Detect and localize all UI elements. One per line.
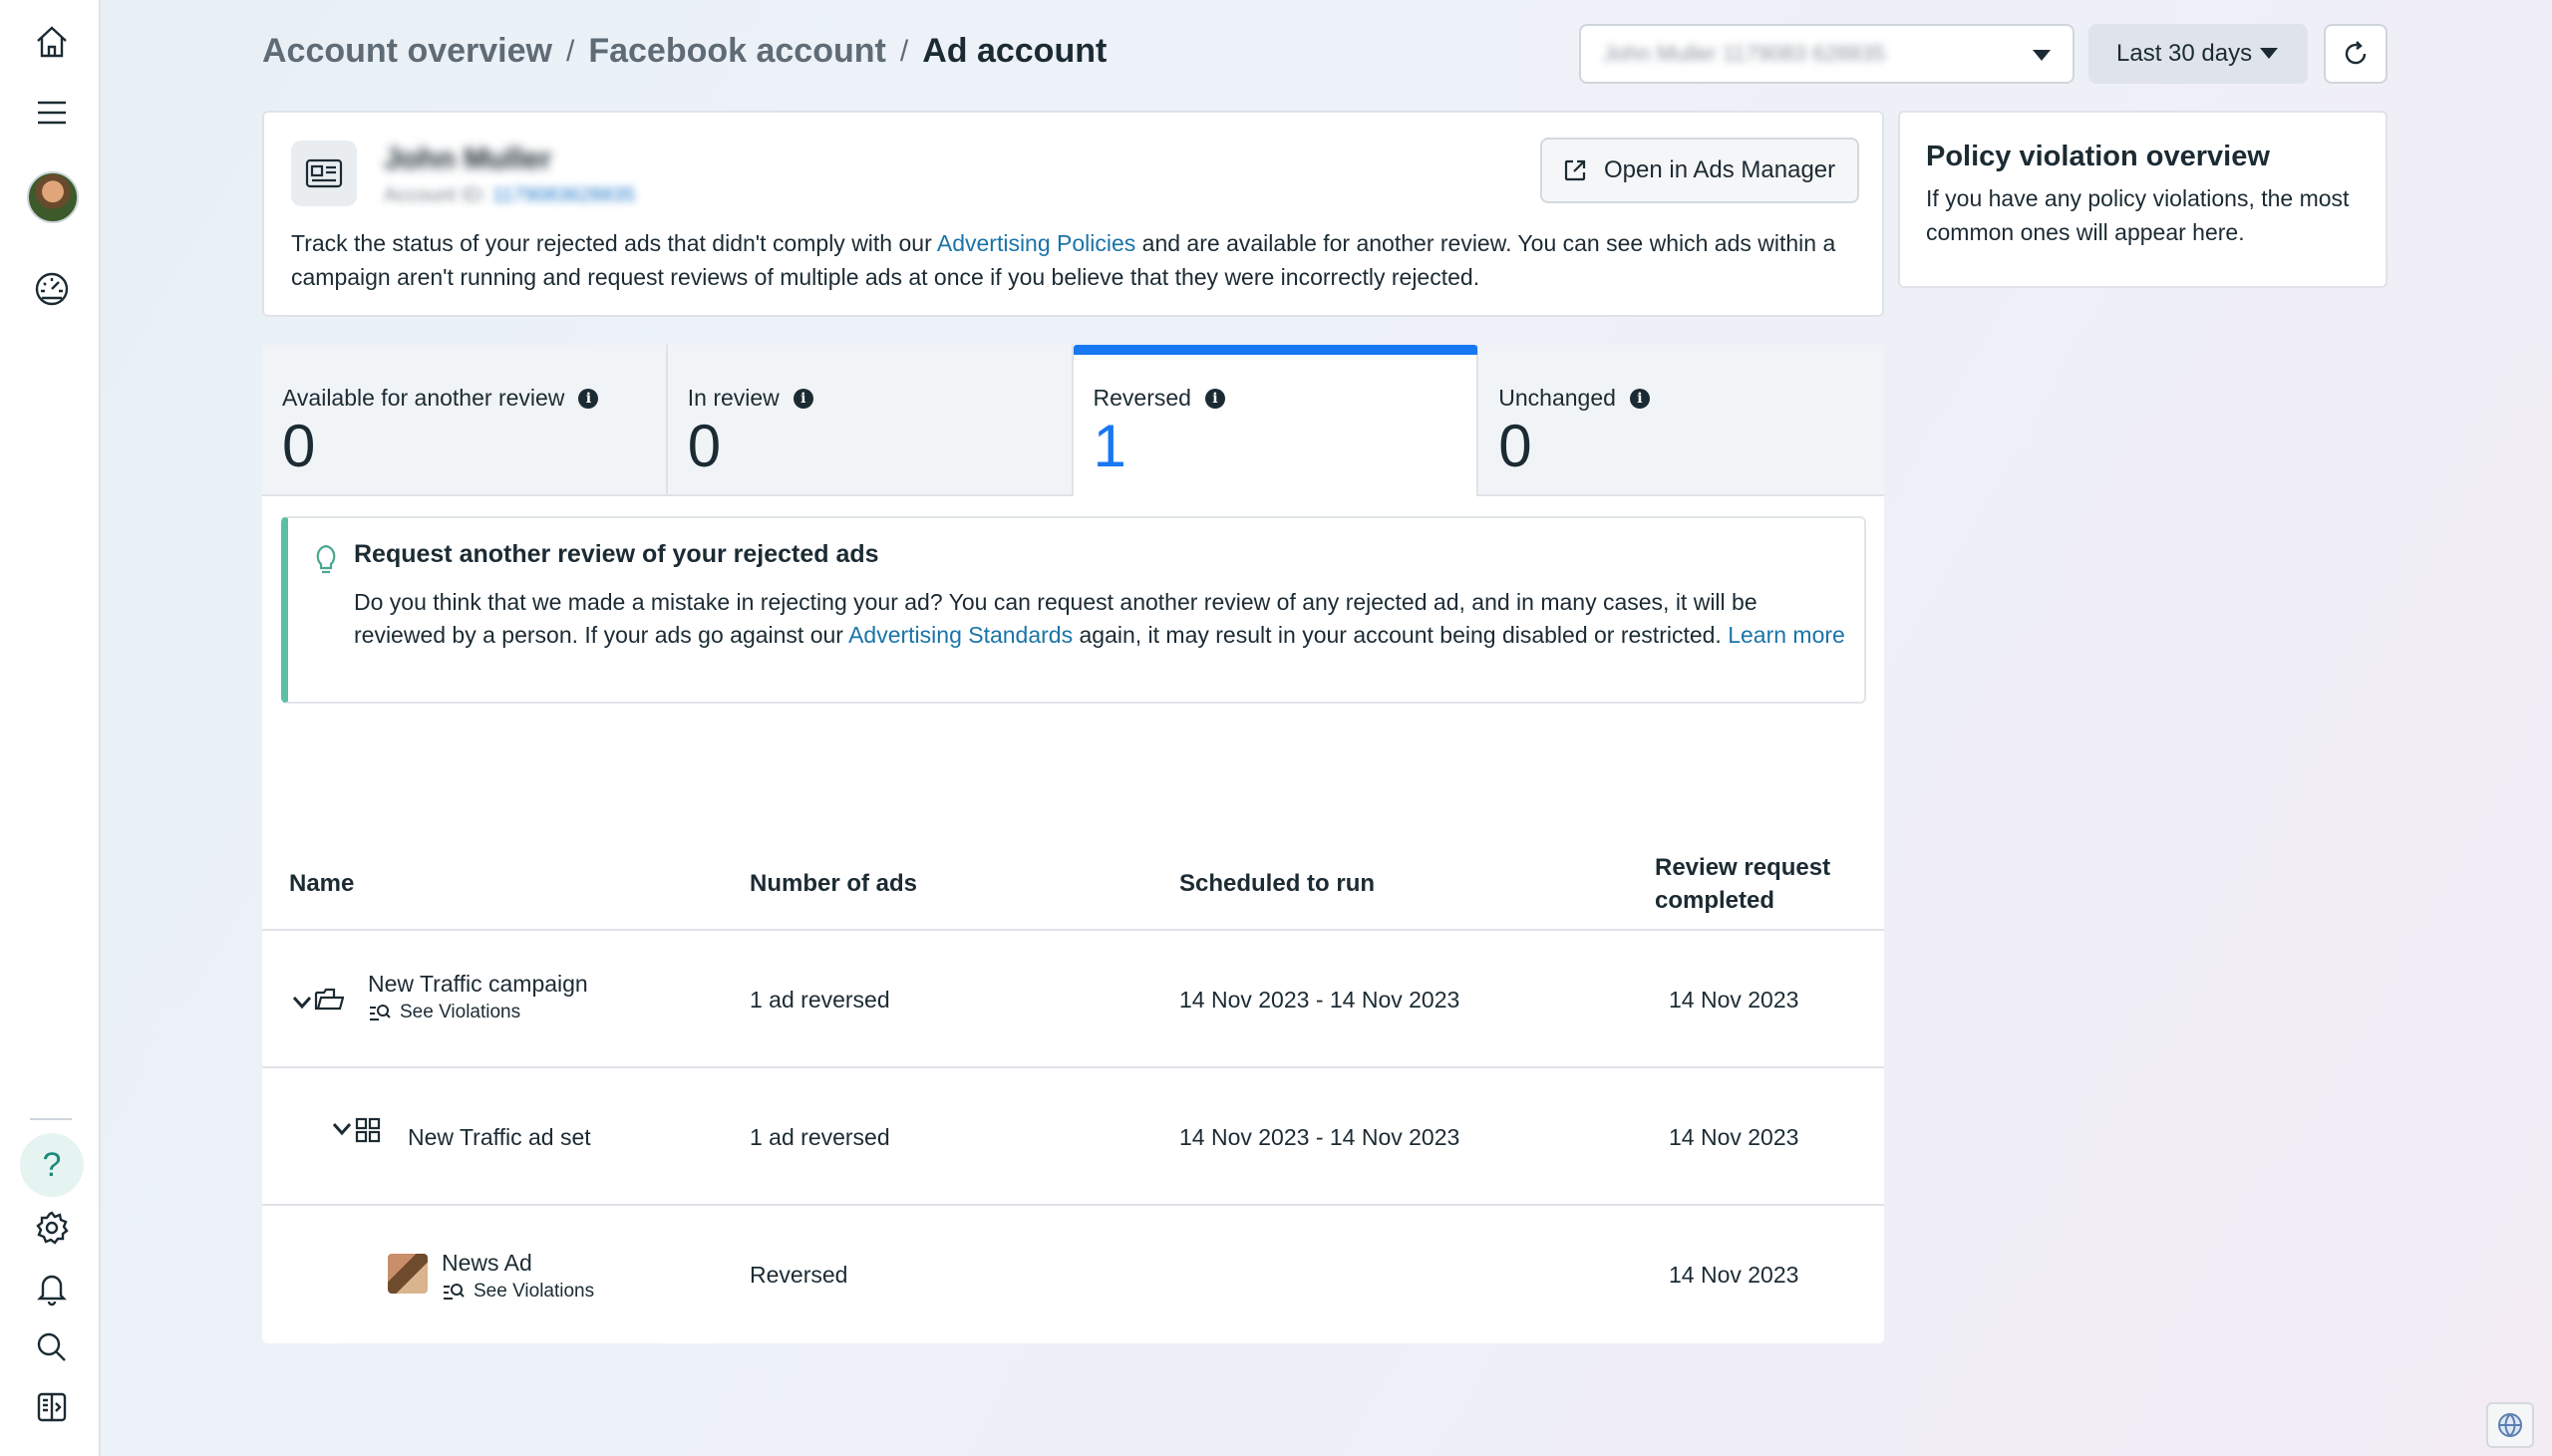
info-icon[interactable]: i [578, 388, 599, 409]
lightbulb-icon [312, 542, 340, 576]
row-review-completed: 14 Nov 2023 [1669, 1124, 1799, 1150]
row-scheduled: 14 Nov 2023 - 14 Nov 2023 [1179, 1124, 1460, 1150]
tab-available-for-another-review[interactable]: Available for another review i 0 [262, 345, 668, 496]
tab-unchanged[interactable]: Unchanged i 0 [1478, 345, 1884, 496]
chevron-down-icon[interactable] [292, 996, 312, 1010]
breadcrumb-account-overview[interactable]: Account overview [262, 32, 552, 71]
info-icon[interactable]: i [793, 388, 813, 409]
row-number-of-ads: 1 ad reversed [750, 987, 890, 1013]
column-header-name[interactable]: Name [289, 867, 354, 900]
tab-count: 0 [282, 413, 316, 479]
external-link-icon [1564, 159, 1586, 181]
ad-set-name[interactable]: New Traffic ad set [408, 1124, 591, 1151]
table-row[interactable]: News Ad See Violations Reversed 14 Nov 2… [262, 1204, 1884, 1343]
notifications-icon[interactable] [20, 1256, 84, 1319]
see-violations-link[interactable]: See Violations [368, 1002, 588, 1023]
search-list-icon [444, 1284, 465, 1300]
account-description: Track the status of your rejected ads th… [291, 230, 1836, 290]
see-violations-link[interactable]: See Violations [442, 1281, 594, 1303]
advertising-standards-link[interactable]: Advertising Standards [848, 622, 1073, 648]
learn-more-link[interactable]: Learn more [1728, 622, 1845, 648]
policy-card-text: If you have any policy violations, the m… [1926, 185, 2350, 245]
column-header-number-of-ads[interactable]: Number of ads [750, 867, 917, 900]
tab-reversed[interactable]: Reversed i 1 [1073, 345, 1479, 496]
advertising-policies-link[interactable]: Advertising Policies [937, 230, 1135, 256]
account-selector[interactable]: John Muller 1179083 628835 [1579, 24, 2074, 84]
review-status-panel: Available for another review i 0 In revie… [262, 345, 1884, 1343]
tab-label: Available for another review [282, 385, 565, 411]
folder-icon [314, 987, 345, 1018]
tab-in-review[interactable]: In review i 0 [667, 345, 1074, 496]
menu-icon[interactable] [20, 81, 84, 145]
ad-account-icon [291, 141, 357, 206]
tab-label: Unchanged [1498, 385, 1616, 411]
tab-count: 0 [1498, 413, 1532, 479]
rail-divider [30, 1118, 72, 1120]
table-row[interactable]: New Traffic campaign See Violations 1 ad… [262, 929, 1884, 1066]
column-header-scheduled[interactable]: Scheduled to run [1179, 867, 1375, 900]
ad-set-icon [354, 1116, 382, 1149]
search-icon[interactable] [20, 1315, 84, 1379]
breadcrumb-separator: / [565, 34, 575, 68]
tab-count: 0 [687, 413, 722, 479]
left-navigation-rail: ? [0, 0, 101, 1456]
chevron-down-icon [2260, 48, 2278, 59]
chevron-down-icon [2033, 50, 2051, 61]
account-name: John Muller [384, 143, 552, 175]
collapse-panel-icon[interactable] [20, 1375, 84, 1439]
globe-icon [2498, 1413, 2522, 1437]
status-tabs: Available for another review i 0 In revie… [262, 345, 1884, 496]
campaign-name[interactable]: New Traffic campaign [368, 971, 588, 998]
account-selector-value: John Muller 1179083 628835 [1603, 41, 1886, 66]
callout-title: Request another review of your rejected … [354, 540, 879, 568]
avatar[interactable] [27, 171, 79, 223]
dashboard-icon[interactable] [20, 257, 84, 321]
info-icon[interactable]: i [1204, 388, 1225, 409]
ad-account-card: John Muller Account ID: 1179083628835 Op… [262, 111, 1884, 317]
row-number-of-ads: 1 ad reversed [750, 1124, 890, 1150]
row-name-cell: News Ad See Violations [442, 1250, 594, 1303]
search-list-icon [370, 1005, 391, 1020]
open-in-ads-manager-button[interactable]: Open in Ads Manager [1540, 138, 1859, 203]
breadcrumb-ad-account: Ad account [922, 32, 1108, 70]
refresh-icon [2345, 41, 2367, 65]
refresh-button[interactable] [2324, 24, 2388, 84]
tab-label: Reversed [1093, 385, 1191, 411]
tab-label: In review [687, 385, 780, 411]
row-scheduled: 14 Nov 2023 - 14 Nov 2023 [1179, 987, 1460, 1013]
row-number-of-ads: Reversed [750, 1262, 848, 1288]
ad-thumbnail [388, 1254, 428, 1294]
breadcrumb-facebook-account[interactable]: Facebook account [588, 32, 886, 71]
row-review-completed: 14 Nov 2023 [1669, 987, 1799, 1013]
date-range-selector[interactable]: Last 30 days [2088, 24, 2308, 84]
ad-name[interactable]: News Ad [442, 1250, 594, 1277]
column-header-review-completed[interactable]: Review request completed [1655, 851, 1874, 917]
policy-card-title: Policy violation overview [1926, 141, 2270, 172]
breadcrumb: Account overview / Facebook account / Ad… [262, 32, 1107, 71]
row-review-completed: 14 Nov 2023 [1669, 1262, 1799, 1288]
tab-count: 1 [1093, 413, 1126, 479]
info-icon[interactable]: i [1629, 388, 1650, 409]
breadcrumb-separator: / [899, 34, 909, 68]
home-icon[interactable] [20, 10, 84, 74]
table-row[interactable]: New Traffic ad set 1 ad reversed 14 Nov … [262, 1066, 1884, 1204]
request-review-callout: Request another review of your rejected … [281, 516, 1866, 704]
account-id: Account ID: 1179083628835 [384, 184, 636, 206]
row-name-cell: New Traffic campaign See Violations [368, 971, 588, 1023]
date-range-value: Last 30 days [2116, 40, 2253, 67]
help-icon[interactable]: ? [20, 1133, 84, 1197]
chevron-down-icon[interactable] [332, 1122, 352, 1136]
policy-violation-card: Policy violation overview If you have an… [1898, 111, 2388, 288]
callout-body: Do you think that we made a mistake in r… [354, 589, 1845, 648]
settings-icon[interactable] [20, 1196, 84, 1260]
language-globe-button[interactable] [2486, 1402, 2534, 1448]
